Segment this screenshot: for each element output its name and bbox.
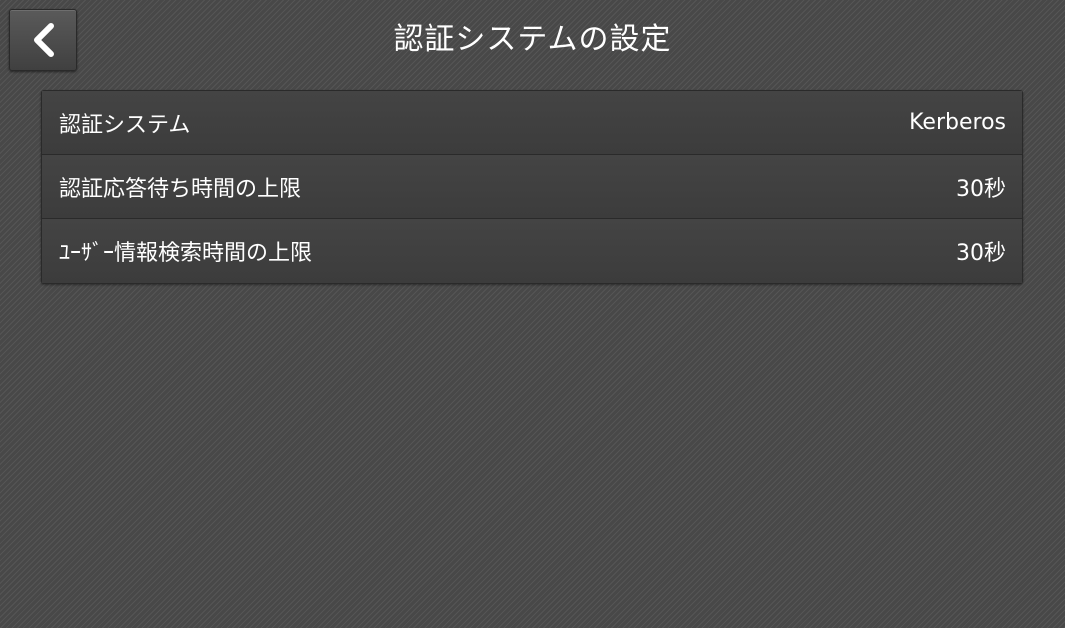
page-title: 認証システムの設定: [393, 22, 672, 57]
setting-value: 30秒: [956, 241, 1006, 266]
chevron-left-icon: [29, 22, 57, 58]
setting-value: 30秒: [956, 176, 1006, 202]
settings-list: 認証システム Kerberos 認証応答待ち時間の上限 30秒 ﾕｰｻﾞｰ情報検…: [41, 90, 1023, 284]
back-button[interactable]: [9, 9, 77, 71]
setting-row-auth-system[interactable]: 認証システム Kerberos: [42, 91, 1022, 155]
setting-label: 認証応答待ち時間の上限: [59, 176, 302, 202]
setting-label: 認証システム: [59, 112, 191, 138]
setting-row-user-search-timeout[interactable]: ﾕｰｻﾞｰ情報検索時間の上限 30秒: [42, 219, 1022, 283]
setting-value: Kerberos: [909, 110, 1006, 135]
setting-label: ﾕｰｻﾞｰ情報検索時間の上限: [59, 241, 313, 266]
setting-row-auth-timeout[interactable]: 認証応答待ち時間の上限 30秒: [42, 155, 1022, 219]
